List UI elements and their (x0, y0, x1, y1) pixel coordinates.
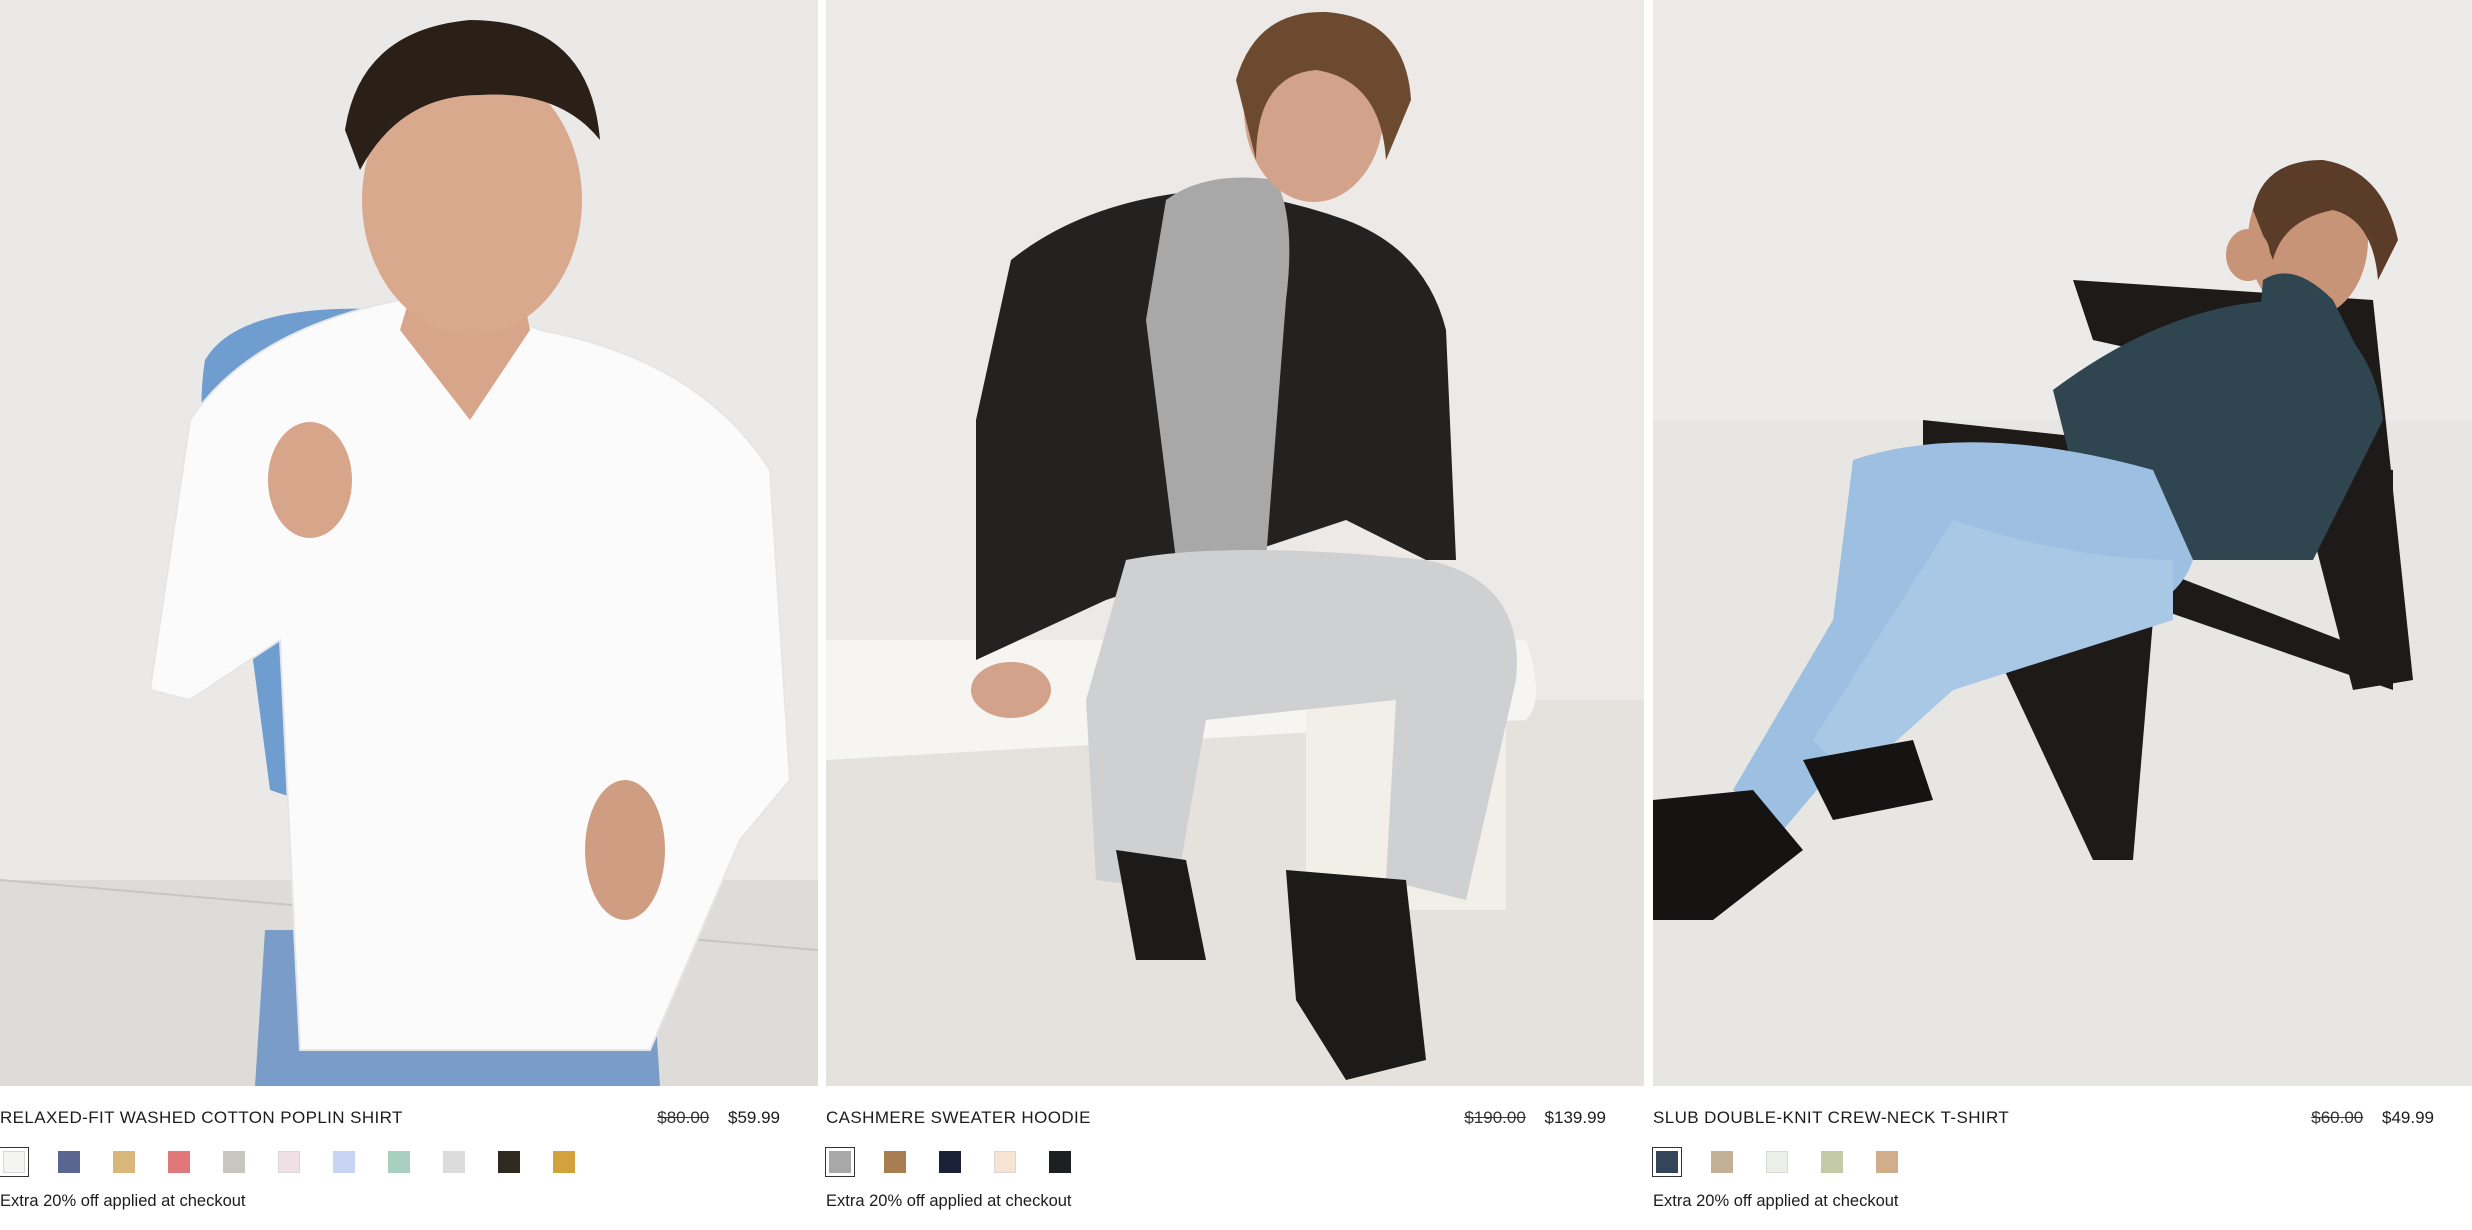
color-swatch[interactable] (884, 1151, 906, 1173)
color-swatches (0, 1147, 608, 1177)
product-name[interactable]: RELAXED-FIT WASHED COTTON POPLIN SHIRT (0, 1108, 403, 1128)
color-swatch[interactable] (994, 1151, 1016, 1173)
promo-text: Extra 20% off applied at checkout (0, 1192, 246, 1210)
color-swatch[interactable] (388, 1151, 410, 1173)
color-swatch[interactable] (58, 1151, 80, 1173)
product-price: $60.00 $49.99 (2311, 1108, 2434, 1128)
color-swatch[interactable] (443, 1151, 465, 1173)
color-swatch[interactable] (0, 1147, 29, 1177)
product-card[interactable]: RELAXED-FIT WASHED COTTON POPLIN SHIRT $… (0, 0, 818, 1230)
color-swatch[interactable] (333, 1151, 355, 1173)
product-image[interactable] (826, 0, 1644, 1086)
color-swatch[interactable] (168, 1151, 190, 1173)
product-grid: RELAXED-FIT WASHED COTTON POPLIN SHIRT $… (0, 0, 2472, 1230)
color-swatch[interactable] (1876, 1151, 1898, 1173)
product-card[interactable]: CASHMERE SWEATER HOODIE $190.00 $139.99 … (825, 0, 1644, 1230)
product-name[interactable]: SLUB DOUBLE-KNIT CREW-NECK T-SHIRT (1653, 1108, 2009, 1128)
color-swatch[interactable] (553, 1151, 575, 1173)
product-price: $190.00 $139.99 (1464, 1108, 1606, 1128)
product-card[interactable]: SLUB DOUBLE-KNIT CREW-NECK T-SHIRT $60.0… (1652, 0, 2472, 1230)
color-swatches (825, 1147, 1104, 1177)
product-image[interactable] (1653, 0, 2472, 1086)
color-swatch[interactable] (223, 1151, 245, 1173)
product-info: RELAXED-FIT WASHED COTTON POPLIN SHIRT $… (0, 1086, 818, 1230)
sale-price: $59.99 (728, 1108, 780, 1127)
color-swatches (1652, 1147, 1931, 1177)
color-swatch[interactable] (498, 1151, 520, 1173)
color-swatch[interactable] (1049, 1151, 1071, 1173)
original-price: $60.00 (2311, 1108, 2364, 1127)
product-info: SLUB DOUBLE-KNIT CREW-NECK T-SHIRT $60.0… (1652, 1086, 2472, 1230)
sale-price: $139.99 (1544, 1108, 1606, 1127)
color-swatch[interactable] (113, 1151, 135, 1173)
original-price: $80.00 (657, 1108, 710, 1127)
product-info: CASHMERE SWEATER HOODIE $190.00 $139.99 … (825, 1086, 1644, 1230)
promo-text: Extra 20% off applied at checkout (826, 1192, 1072, 1210)
sale-price: $49.99 (2382, 1108, 2434, 1127)
color-swatch[interactable] (1766, 1151, 1788, 1173)
color-swatch[interactable] (939, 1151, 961, 1173)
promo-text: Extra 20% off applied at checkout (1653, 1192, 1899, 1210)
product-price: $80.00 $59.99 (657, 1108, 780, 1128)
product-image[interactable] (0, 0, 818, 1086)
color-swatch[interactable] (1821, 1151, 1843, 1173)
color-swatch[interactable] (1711, 1151, 1733, 1173)
original-price: $190.00 (1464, 1108, 1526, 1127)
color-swatch[interactable] (825, 1147, 855, 1177)
color-swatch[interactable] (1652, 1147, 1682, 1177)
color-swatch[interactable] (278, 1151, 300, 1173)
product-name[interactable]: CASHMERE SWEATER HOODIE (826, 1108, 1091, 1128)
